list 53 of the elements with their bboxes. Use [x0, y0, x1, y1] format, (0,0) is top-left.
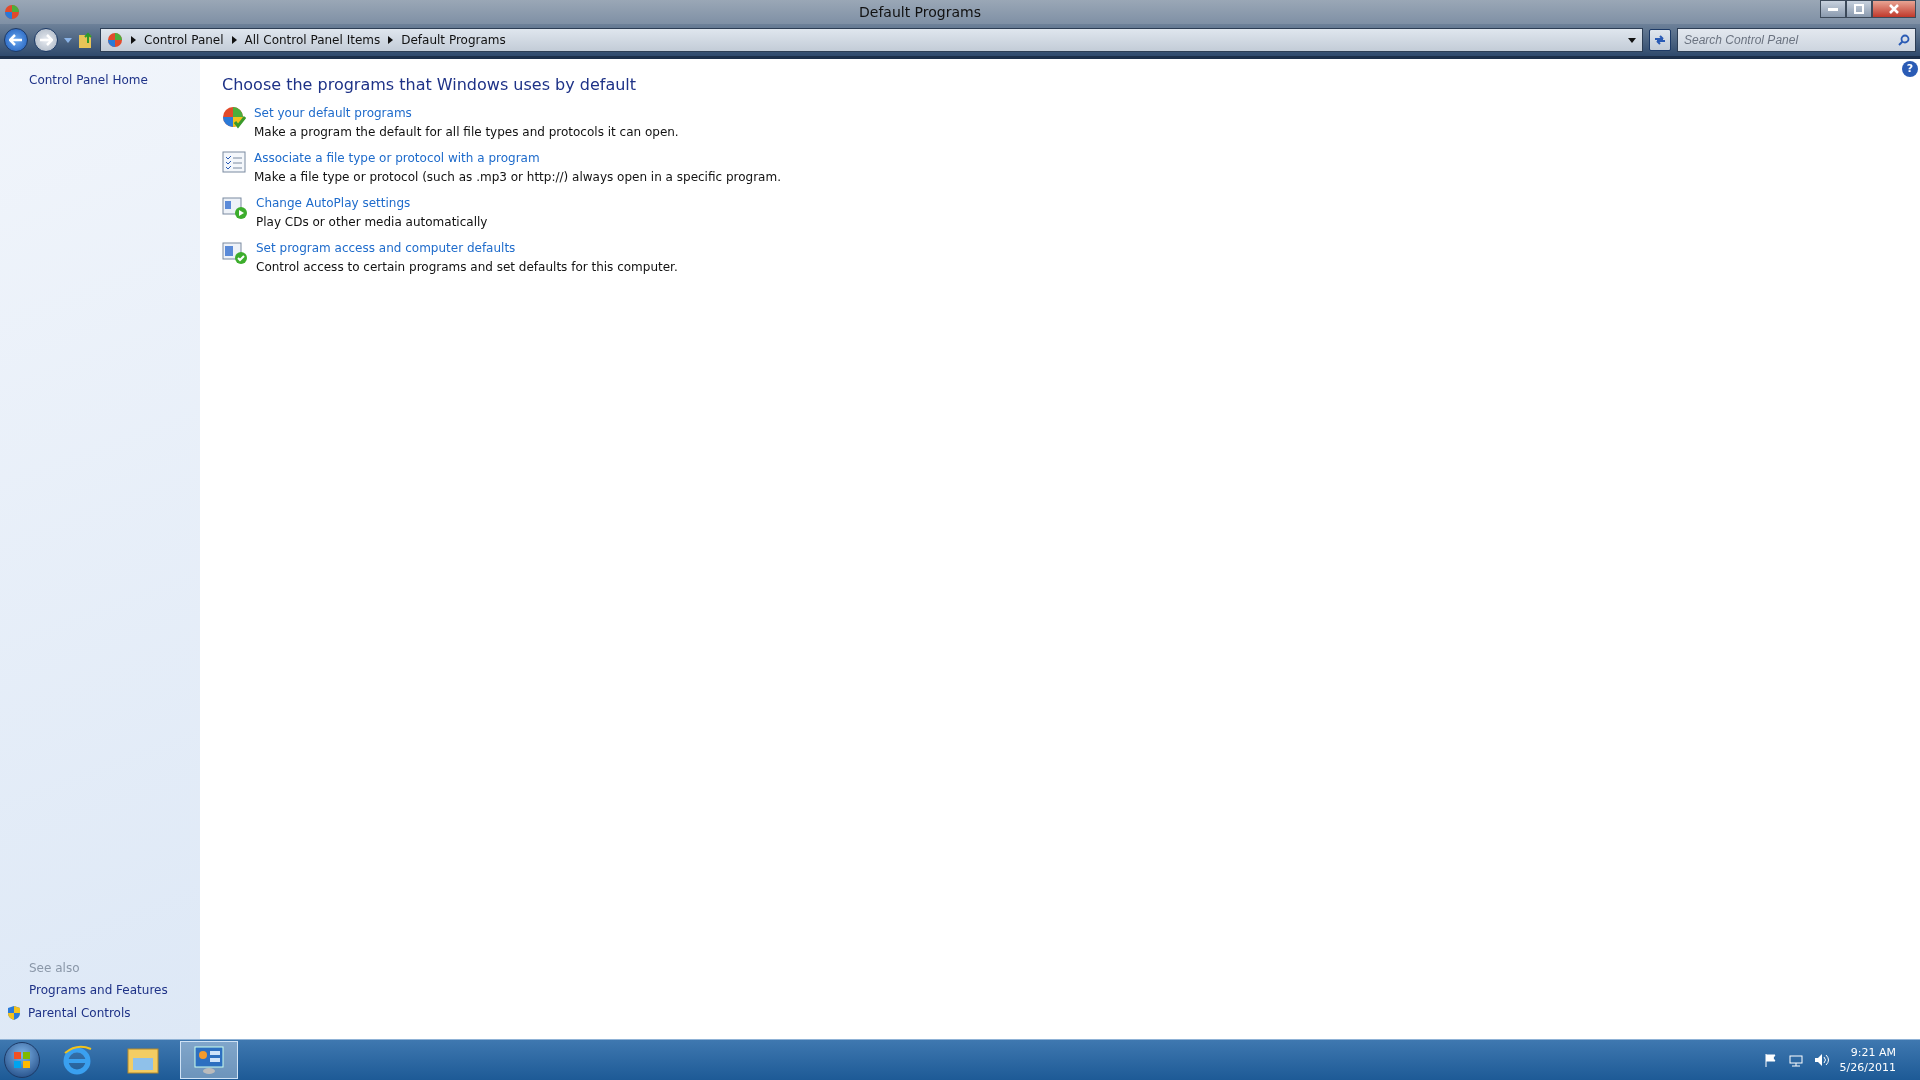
network-icon[interactable]: [1787, 1053, 1804, 1067]
task-description: Make a program the default for all file types and protocols it can open.: [254, 125, 679, 139]
help-button[interactable]: ?: [1902, 61, 1918, 77]
sidebar-link[interactable]: Programs and Features: [0, 983, 168, 997]
taskbar-button[interactable]: [180, 1041, 238, 1079]
see-also-heading: See also: [28, 961, 81, 975]
breadcrumb[interactable]: Control Panel: [144, 33, 224, 47]
clock-date[interactable]: 5/26/2011: [1839, 1061, 1896, 1074]
refresh-button[interactable]: [1649, 29, 1671, 51]
dropdown-icon[interactable]: [1628, 37, 1636, 43]
clock-time[interactable]: 9:21 AM: [1850, 1046, 1896, 1059]
task-link[interactable]: Associate a file type or protocol with a program: [254, 151, 781, 165]
task-description: Control access to certain programs and set defaults for this computer.: [256, 260, 678, 274]
search-field[interactable]: Search Control Panel: [1677, 28, 1916, 52]
chevron-icon[interactable]: [388, 36, 394, 44]
sidebar-link[interactable]: Parental Controls: [25, 1006, 131, 1020]
folder-icon: [127, 1046, 159, 1074]
checklist-icon: [222, 151, 246, 173]
folder-up-icon[interactable]: [78, 31, 94, 49]
task-description: Make a file type or protocol (such as .mp3 or http://) always open in a specific program.: [254, 170, 781, 184]
forward-button[interactable]: [34, 28, 58, 52]
app-icon: [4, 4, 20, 20]
close-button[interactable]: [1872, 0, 1916, 18]
window-play-icon: [222, 196, 248, 220]
search-icon[interactable]: [1898, 34, 1910, 46]
task-link[interactable]: Set program access and computer defaults: [256, 241, 678, 255]
refresh-icon: [1653, 34, 1667, 46]
restore-button[interactable]: [1846, 0, 1872, 18]
chevron-icon[interactable]: [131, 36, 136, 44]
globe-check-icon: [222, 106, 246, 130]
minimize-icon: [1828, 7, 1838, 11]
windows-logo-icon: [13, 1051, 31, 1069]
speaker-icon[interactable]: [1813, 1053, 1830, 1067]
task-description: Play CDs or other media automatically: [256, 215, 488, 229]
window-title: Default Programs: [858, 4, 982, 20]
address-bar[interactable]: Control Panel All Control Panel Items Default Programs: [100, 28, 1643, 52]
sidebar-link[interactable]: Control Panel Home: [0, 73, 200, 87]
task-link[interactable]: Set your default programs: [254, 106, 679, 120]
window-check-icon: [222, 241, 248, 265]
close-icon: [1889, 4, 1899, 14]
flag-icon[interactable]: [1763, 1053, 1778, 1067]
back-arrow-icon: [9, 34, 23, 46]
page-heading: Choose the programs that Windows uses by default: [222, 75, 638, 94]
task-link[interactable]: Change AutoPlay settings: [256, 196, 488, 210]
restore-icon: [1854, 4, 1864, 14]
start-button[interactable]: [4, 1042, 40, 1078]
forward-arrow-icon: [39, 34, 53, 46]
browser-icon: [62, 1045, 92, 1075]
chevron-icon[interactable]: [231, 36, 237, 44]
minimize-button[interactable]: [1820, 0, 1846, 18]
breadcrumb[interactable]: Default Programs: [401, 33, 506, 47]
back-button[interactable]: [4, 28, 28, 52]
breadcrumb[interactable]: All Control Panel Items: [244, 33, 381, 47]
